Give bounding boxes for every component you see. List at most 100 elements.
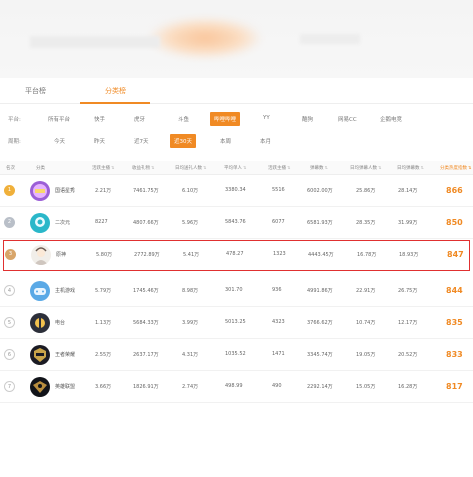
cell-danmaku: 3345.74万 [307, 352, 333, 358]
category-name[interactable]: 原神 [56, 251, 66, 258]
heat-score: 817 [446, 382, 463, 391]
cell-active-hosts: 2.55万 [95, 352, 112, 358]
cell-active-hosts: 2.21万 [95, 188, 112, 194]
cell-gift-income: 7461.75万 [133, 188, 159, 194]
cell-danmaku: 4991.86万 [307, 288, 333, 294]
cell-daily-danmaku: 16.28万 [398, 384, 418, 390]
rank-number: 5 [7, 320, 12, 326]
category-name[interactable]: 英雄联盟 [55, 383, 75, 390]
rank-number: 2 [7, 219, 12, 225]
rank-badge: 4 [4, 285, 15, 296]
sort-icon: ⇅ [324, 165, 328, 170]
cell-avg-per-user: 1035.52 [225, 351, 246, 357]
rank-number: 6 [7, 352, 12, 358]
sort-icon: ⇅ [243, 165, 247, 170]
cell-avg-per-user: 478.27 [226, 251, 244, 257]
platform-filter: 平台: 所有平台 快手 虎牙 斗鱼 哔哩哔哩 YY 酷狗 网易CC 企鹅电竞 [0, 111, 473, 127]
heat-score: 835 [446, 318, 463, 327]
platform-option-kuaishou[interactable]: 快手 [94, 115, 105, 123]
category-name[interactable]: 电台 [55, 319, 65, 326]
platform-option-yy[interactable]: YY [263, 115, 270, 121]
table-row[interactable]: 2 二次元 8227 4807.66万 5.96万 5843.76 6077 6… [0, 208, 473, 239]
cell-active-hosts: 8227 [95, 219, 108, 225]
col-danmaku[interactable]: 弹幕数⇅ [310, 165, 328, 171]
tab-category[interactable]: 分类榜 [105, 86, 126, 96]
cell-daily-danmaku-users: 16.78万 [357, 252, 377, 258]
table-row[interactable]: 5 电台 1.13万 5684.33万 3.99万 5013.25 4323 3… [0, 308, 473, 339]
cell-active-hosts-2: 936 [272, 287, 282, 293]
period-option-yesterday[interactable]: 昨天 [94, 137, 105, 145]
cell-active-hosts-2: 4323 [272, 319, 285, 325]
cell-daily-gifters: 8.98万 [182, 288, 199, 294]
cell-gift-income: 1826.91万 [133, 384, 159, 390]
rank-number: 7 [7, 384, 12, 390]
cell-active-hosts: 5.80万 [96, 252, 113, 258]
heat-score: 847 [447, 250, 464, 259]
col-active-hosts[interactable]: 活跃主播⇅ [92, 165, 114, 171]
sort-icon: ⇅ [111, 165, 115, 170]
category-thumbnail [30, 213, 50, 233]
cell-daily-gifters: 3.99万 [182, 320, 199, 326]
category-thumbnail [31, 245, 51, 265]
platform-option-kugou[interactable]: 酷狗 [302, 115, 313, 123]
cell-daily-danmaku: 20.52万 [398, 352, 418, 358]
col-gift-income[interactable]: 收益礼物⇅ [132, 165, 154, 171]
col-rank: 名次 [6, 166, 15, 171]
cell-active-hosts-2: 490 [272, 383, 282, 389]
period-option-week[interactable]: 本周 [220, 137, 231, 145]
col-daily-gifters[interactable]: 日均送礼人数⇅ [175, 165, 206, 171]
cell-gift-income: 1745.46万 [133, 288, 159, 294]
table-row[interactable]: 7 英雄联盟 3.66万 1826.91万 2.74万 498.99 490 2… [0, 372, 473, 403]
cell-danmaku: 3766.62万 [307, 320, 333, 326]
period-option-month[interactable]: 本月 [260, 137, 271, 145]
category-name[interactable]: 王者荣耀 [55, 351, 75, 358]
table-row[interactable]: 4 主机游戏 5.79万 1745.46万 8.98万 301.70 936 4… [0, 276, 473, 307]
sort-icon: ⇅ [420, 165, 424, 170]
col-avg-per-user-label: 平均单人 [224, 166, 242, 171]
heat-score: 833 [446, 350, 463, 359]
cell-daily-gifters: 5.41万 [183, 252, 200, 258]
cell-danmaku: 4443.45万 [308, 252, 334, 258]
period-filter: 周期: 今天 昨天 近7天 近30天 本周 本月 [0, 133, 473, 149]
tab-platform[interactable]: 平台榜 [25, 86, 46, 96]
col-daily-danmaku[interactable]: 日均弹幕数⇅ [397, 165, 424, 171]
platform-option-douyu[interactable]: 斗鱼 [178, 115, 189, 123]
table-row[interactable]: 6 王者荣耀 2.55万 2637.17万 4.31万 1035.52 1471… [0, 340, 473, 371]
cell-active-hosts-2: 1471 [272, 351, 285, 357]
cell-daily-danmaku: 26.75万 [398, 288, 418, 294]
gold-medal-icon: 1 [4, 185, 15, 196]
rank-badge: 6 [4, 349, 15, 360]
category-name[interactable]: 二次元 [55, 219, 70, 226]
platform-option-bilibili[interactable]: 哔哩哔哩 [210, 112, 241, 126]
col-heat-index[interactable]: 分类热度指数⇅ [440, 165, 471, 171]
period-option-7days[interactable]: 近7天 [134, 137, 149, 145]
rank-number: 1 [7, 187, 12, 193]
col-danmaku-label: 弹幕数 [310, 166, 324, 171]
table-header: 名次 分类 活跃主播⇅ 收益礼物⇅ 日均送礼人数⇅ 平均单人⇅ 活跃主播⇅ 弹幕… [0, 161, 473, 175]
col-daily-danmaku-users-label: 日均弹幕人数 [350, 166, 377, 171]
platform-option-penguin[interactable]: 企鹅电竞 [380, 115, 402, 123]
platform-option-all[interactable]: 所有平台 [48, 115, 70, 123]
platform-option-huya[interactable]: 虎牙 [134, 115, 145, 123]
col-active-hosts-2[interactable]: 活跃主播⇅ [268, 165, 290, 171]
platform-option-cc[interactable]: 网易CC [338, 115, 357, 123]
table-row-highlighted[interactable]: 3 原神 5.80万 2772.89万 5.41万 478.27 1323 44… [3, 240, 470, 271]
sort-icon: ⇅ [203, 165, 207, 170]
cell-daily-danmaku: 18.93万 [399, 252, 419, 258]
col-daily-danmaku-users[interactable]: 日均弹幕人数⇅ [350, 165, 381, 171]
table-row[interactable]: 1 国语星秀 2.21万 7461.75万 6.10万 3380.34 5516… [0, 176, 473, 207]
category-name[interactable]: 国语星秀 [55, 187, 75, 194]
category-name[interactable]: 主机游戏 [55, 287, 75, 294]
col-daily-gifters-label: 日均送礼人数 [175, 166, 202, 171]
cell-danmaku: 6002.00万 [307, 188, 333, 194]
col-avg-per-user[interactable]: 平均单人⇅ [224, 165, 246, 171]
category-thumbnail [30, 181, 50, 201]
period-option-30days[interactable]: 近30天 [170, 134, 196, 148]
rank-badge: 5 [4, 317, 15, 328]
banner-text-blur-right [300, 34, 360, 44]
silver-medal-icon: 2 [4, 217, 15, 228]
col-heat-index-label: 分类热度指数 [440, 166, 467, 171]
cell-daily-danmaku: 31.99万 [398, 220, 418, 226]
cell-danmaku: 6581.93万 [307, 220, 333, 226]
period-option-today[interactable]: 今天 [54, 137, 65, 145]
